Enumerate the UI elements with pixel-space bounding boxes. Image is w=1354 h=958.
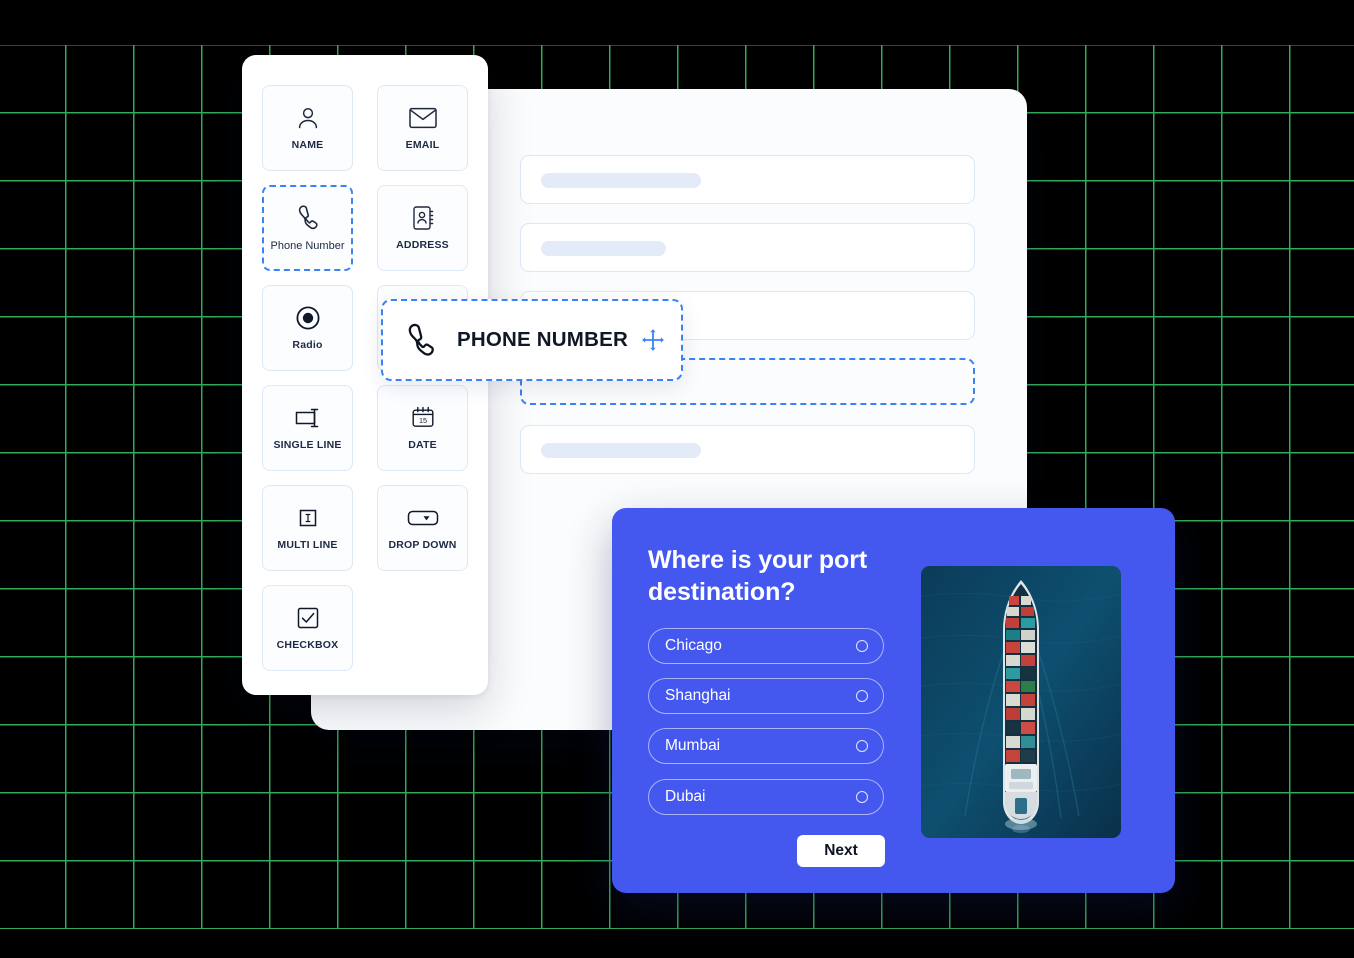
survey-option-chicago[interactable]: Chicago	[648, 628, 884, 664]
palette-item-label: ADDRESS	[396, 239, 449, 252]
palette-item-label: Radio	[292, 339, 323, 352]
palette-item-label: DROP DOWN	[388, 539, 457, 552]
container-ship-photo	[921, 566, 1121, 838]
dragged-chip-label: PHONE NUMBER	[457, 328, 628, 351]
palette-item-label: NAME	[291, 139, 324, 152]
field-placeholder-bar	[541, 173, 701, 188]
palette-item-label: Phone Number	[270, 239, 345, 252]
palette-item-email[interactable]: EMAIL	[377, 85, 468, 171]
palette-item-multi-line[interactable]: MULTI LINE	[262, 485, 353, 571]
palette-item-label: MULTI LINE	[277, 539, 338, 552]
dragged-phone-number-chip[interactable]: PHONE NUMBER	[381, 299, 683, 381]
survey-option-dubai[interactable]: Dubai	[648, 779, 884, 815]
palette-item-drop-down[interactable]: DROP DOWN	[377, 485, 468, 571]
canvas-field-row[interactable]	[520, 425, 975, 474]
option-label: Chicago	[665, 637, 722, 654]
palette-item-date[interactable]: 15 DATE	[377, 385, 468, 471]
calendar-icon: 15	[410, 404, 436, 432]
option-label: Shanghai	[665, 687, 731, 704]
palette-item-checkbox[interactable]: CHECKBOX	[262, 585, 353, 671]
survey-option-shanghai[interactable]: Shanghai	[648, 678, 884, 714]
checkbox-icon	[296, 604, 320, 632]
next-button[interactable]: Next	[797, 835, 885, 867]
dropdown-icon	[406, 504, 440, 532]
single-line-icon	[293, 404, 323, 432]
palette-item-label: EMAIL	[405, 139, 440, 152]
move-arrows-icon[interactable]	[639, 326, 667, 354]
option-label: Mumbai	[665, 737, 721, 754]
palette-item-phone[interactable]: Phone Number	[262, 185, 353, 271]
palette-item-address[interactable]: ADDRESS	[377, 185, 468, 271]
radio-button-icon	[295, 304, 321, 332]
palette-item-radio[interactable]: Radio	[262, 285, 353, 371]
svg-text:15: 15	[419, 416, 427, 425]
radio-circle-icon[interactable]	[856, 740, 868, 752]
person-icon	[296, 104, 320, 132]
palette-item-label: SINGLE LINE	[273, 439, 342, 452]
canvas-field-row[interactable]	[520, 223, 975, 272]
field-placeholder-bar	[541, 443, 701, 458]
palette-item-label: CHECKBOX	[276, 639, 339, 652]
field-placeholder-bar	[541, 241, 666, 256]
survey-preview-card: Where is your port destination? Chicago …	[612, 508, 1175, 893]
survey-question-text: Where is your port destination?	[648, 546, 868, 606]
palette-item-name[interactable]: NAME	[262, 85, 353, 171]
option-label: Dubai	[665, 788, 706, 805]
screenshot-stage: NAME EMAIL Phone Number ADDRESS Radio SI…	[0, 0, 1354, 958]
radio-circle-icon[interactable]	[856, 791, 868, 803]
canvas-field-row[interactable]	[520, 155, 975, 204]
address-book-icon	[411, 204, 435, 232]
palette-item-label: DATE	[408, 439, 437, 452]
survey-option-mumbai[interactable]: Mumbai	[648, 728, 884, 764]
radio-circle-icon[interactable]	[856, 640, 868, 652]
phone-icon	[296, 204, 320, 232]
multi-line-icon	[295, 504, 321, 532]
palette-item-single-line[interactable]: SINGLE LINE	[262, 385, 353, 471]
envelope-icon	[408, 104, 437, 132]
radio-circle-icon[interactable]	[856, 690, 868, 702]
phone-icon	[405, 322, 437, 358]
